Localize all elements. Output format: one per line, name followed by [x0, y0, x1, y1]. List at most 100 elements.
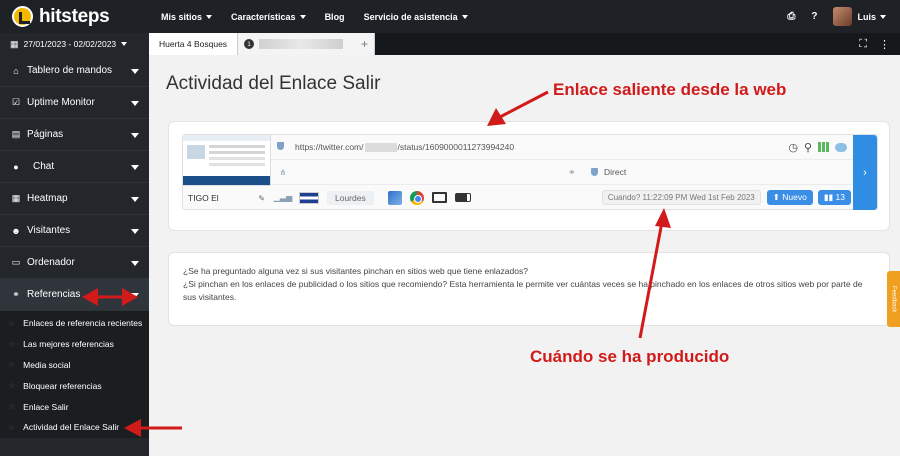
caret-down-icon	[461, 15, 468, 20]
shield-icon	[271, 142, 295, 152]
submenu-item[interactable]: ☆ Enlace Salir	[0, 396, 149, 417]
submenu-item[interactable]: ☆ Las mejores referencias	[0, 334, 149, 355]
menu-icon[interactable]: ⋮	[879, 38, 890, 51]
edit-icon[interactable]: ✎	[258, 194, 265, 203]
avatar[interactable]	[833, 7, 853, 26]
browser-chrome-icon	[409, 190, 424, 205]
os-windows-icon	[387, 190, 402, 205]
visit-row: TIGO El ✎ https://twitter.com/ /status/16…	[182, 134, 878, 210]
chat-icon[interactable]	[835, 142, 847, 152]
tab-label: Huerta 4 Bosques	[159, 39, 228, 49]
chat-icon: ●	[13, 161, 19, 172]
main-content: Actividad del Enlace Salir TIGO El ✎ htt…	[149, 55, 900, 456]
search-icon[interactable]: ⚲	[804, 141, 812, 154]
visitor-name: TIGO El	[188, 193, 219, 203]
sidebar-item-uptime[interactable]: ☑ Uptime Monitor	[0, 87, 149, 119]
caret-down-icon	[121, 42, 128, 46]
user-name[interactable]: Luis	[857, 12, 876, 22]
link-icon: ⚭	[568, 166, 576, 177]
sub-bar: ▦ 27/01/2023 - 02/02/2023 Huerta 4 Bosqu…	[0, 33, 900, 55]
nav-mis-sitios[interactable]: Mis sitios	[161, 12, 213, 22]
referrer-row: ⋔ ⚭ Direct	[271, 160, 855, 185]
sidebar-item-referencias[interactable]: ⚭ Referencias	[0, 279, 149, 311]
submenu-item-active[interactable]: ☆ Actividad del Enlace Salir	[0, 417, 149, 438]
sidebar-item-label: Tablero de mandos	[27, 65, 113, 76]
logo-text: hitsteps	[39, 5, 110, 27]
desktop-icon	[431, 192, 447, 203]
submenu-item[interactable]: ☆ Bloquear referencias	[0, 375, 149, 396]
print-icon[interactable]: ⎙	[787, 11, 795, 22]
visit-count-button[interactable]: ▮▮ 13	[817, 190, 851, 205]
sidebar-item-label: Visitantes	[27, 225, 71, 236]
sidebar-item-paginas[interactable]: ▤ Páginas	[0, 119, 149, 151]
sidebar-item-visitantes[interactable]: ☻ Visitantes	[0, 215, 149, 247]
check-icon: ☑	[11, 97, 21, 107]
users-icon: ☻	[11, 225, 21, 236]
referrer-cell: Direct	[591, 167, 626, 177]
signal-icon: ▁▃▅	[273, 193, 293, 202]
shield-icon	[591, 168, 598, 176]
sidebar-item-label: Chat	[33, 161, 55, 172]
chevron-right-icon[interactable]: ›	[853, 135, 877, 210]
help-icon[interactable]: ?	[811, 11, 817, 22]
visit-time: Cuando? 11:22:09 PM Wed 1st Feb 2023	[601, 190, 761, 205]
new-label: Nuevo	[782, 192, 807, 202]
star-icon: ☆	[8, 422, 16, 432]
sidebar-item-label: Ordenador	[27, 257, 75, 268]
add-tab-button[interactable]: +	[361, 37, 368, 51]
annotation-outgoing-link: Enlace saliente desde la web	[553, 80, 787, 99]
sidebar-item-ordenador[interactable]: ▭ Ordenador	[0, 247, 149, 279]
submenu-label: Las mejores referencias	[23, 339, 114, 350]
nav-asistencia[interactable]: Servicio de asistencia	[364, 12, 468, 22]
sitemap-icon: ⋔	[279, 167, 287, 177]
nav-label: Características	[231, 11, 296, 22]
info-line-1: ¿Se ha preguntado alguna vez si sus visi…	[183, 266, 528, 276]
caret-down-icon[interactable]	[880, 14, 886, 19]
clock-icon[interactable]: ◷	[788, 141, 798, 154]
page-thumbnail[interactable]	[183, 135, 271, 185]
sidebar-item-chat[interactable]: ● Chat	[0, 151, 149, 183]
top-bar: hitsteps Mis sitios Características Blog…	[0, 0, 900, 33]
nav-label: Servicio de asistencia	[363, 11, 458, 22]
nav-label: Blog	[324, 11, 345, 22]
sidebar-item-label: Páginas	[27, 129, 64, 140]
visit-actions: ◷ ⚲	[788, 141, 847, 154]
country-flag-icon	[299, 191, 319, 204]
fullscreen-icon[interactable]: ⛶	[859, 38, 867, 51]
thumb-text	[209, 145, 265, 148]
nav-blog[interactable]: Blog	[325, 12, 345, 22]
sidebar-item-tablero[interactable]: ⌂ Tablero de mandos	[0, 55, 149, 87]
thumb-footer	[183, 176, 270, 185]
referencias-submenu: ☆ Enlaces de referencia recientes ☆ Las me…	[0, 311, 149, 438]
caret-down-icon	[131, 69, 139, 74]
visit-count: 13	[835, 192, 845, 202]
new-visitor-button[interactable]: ⬆ Nuevo	[766, 190, 813, 205]
heatmap-icon[interactable]	[818, 142, 829, 152]
outgoing-url[interactable]: https://twitter.com/ /status/160900001127…	[295, 142, 514, 153]
tab-site[interactable]: Huerta 4 Bosques	[149, 33, 239, 55]
page-icon: ▤	[11, 129, 21, 139]
grid-icon: ▦	[11, 193, 21, 203]
submenu-label: Actividad del Enlace Salir	[23, 422, 120, 433]
star-icon: ☆	[8, 339, 16, 349]
nav-caracteristicas[interactable]: Características	[231, 12, 306, 22]
visitor-name-cell: TIGO El ✎	[183, 185, 271, 210]
caret-down-icon	[131, 197, 139, 202]
annotation-when: Cuándo se ha producido	[530, 347, 730, 366]
top-nav: Mis sitios Características Blog Servicio…	[161, 12, 487, 22]
info-box: ¿Se ha preguntado alguna vez si sus visi…	[168, 252, 890, 326]
battery-icon	[454, 193, 471, 202]
visitor-info-row: ▁▃▅ Lourdes Cuando? 11:22:09 PM Wed 1st …	[271, 185, 855, 210]
submenu-item[interactable]: ☆ Enlaces de referencia recientes	[0, 313, 149, 334]
submenu-item[interactable]: ☆ Media social	[0, 355, 149, 376]
caret-down-icon	[131, 165, 139, 170]
logo[interactable]: hitsteps	[0, 6, 149, 28]
city-badge: Lourdes	[327, 190, 374, 205]
feedback-tab[interactable]: Feedback	[887, 271, 900, 327]
date-range-picker[interactable]: ▦ 27/01/2023 - 02/02/2023	[0, 33, 149, 55]
calendar-icon: ▦	[10, 38, 19, 49]
sidebar-item-label: Referencias	[27, 289, 81, 300]
home-icon: ⌂	[13, 65, 19, 76]
tab-second[interactable]: 1 +	[238, 33, 376, 55]
sidebar-item-heatmap[interactable]: ▦ Heatmap	[0, 183, 149, 215]
